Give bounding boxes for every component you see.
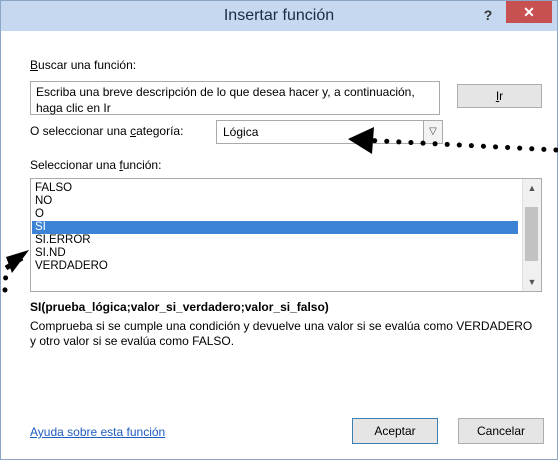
annotation-arrows (2, 127, 558, 293)
selection-arrow-icon (2, 250, 29, 293)
category-arrow-icon (348, 127, 558, 154)
